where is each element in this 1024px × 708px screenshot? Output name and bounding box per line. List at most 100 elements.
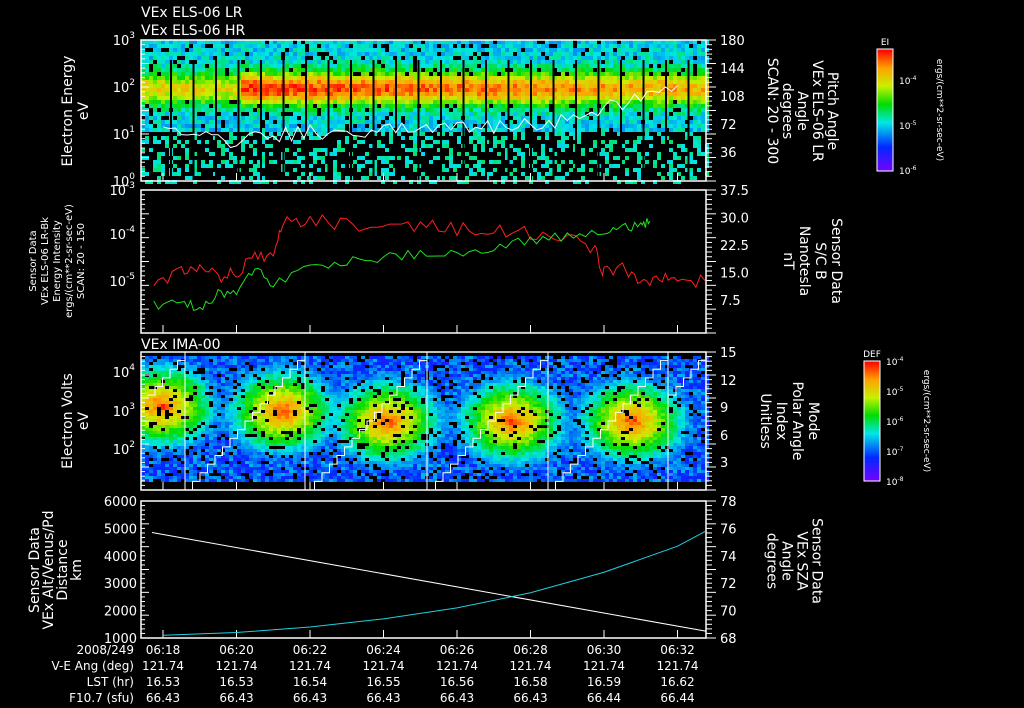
heatmap-cell bbox=[249, 473, 253, 476]
heatmap-cell bbox=[633, 84, 637, 88]
heatmap-cell bbox=[465, 104, 469, 108]
heatmap-cell bbox=[389, 84, 393, 88]
heatmap-cell bbox=[153, 48, 157, 52]
heatmap-cell bbox=[513, 56, 517, 60]
heatmap-cell bbox=[173, 84, 177, 88]
heatmap-cell bbox=[165, 356, 169, 359]
heatmap-cell bbox=[681, 56, 685, 60]
heatmap-cell bbox=[161, 359, 165, 362]
heatmap-cell bbox=[677, 80, 681, 84]
heatmap-cell bbox=[665, 52, 669, 56]
heatmap-cell bbox=[193, 365, 197, 368]
heatmap-cell bbox=[241, 176, 245, 180]
heatmap-cell bbox=[273, 116, 277, 120]
heatmap-cell bbox=[329, 68, 333, 72]
heatmap-cell bbox=[165, 470, 169, 473]
heatmap-cell bbox=[693, 144, 697, 148]
heatmap-cell bbox=[149, 128, 153, 132]
heatmap-cell bbox=[669, 148, 673, 152]
heatmap-cell bbox=[157, 84, 161, 88]
heatmap-cell bbox=[269, 422, 273, 425]
heatmap-cell bbox=[201, 68, 205, 72]
heatmap-cell bbox=[405, 88, 409, 92]
heatmap-cell bbox=[561, 76, 565, 80]
heatmap-cell bbox=[257, 395, 261, 398]
heatmap-cell bbox=[161, 365, 165, 368]
heatmap-cell bbox=[225, 458, 229, 461]
heatmap-cell bbox=[621, 48, 625, 52]
heatmap-cell bbox=[233, 96, 237, 100]
heatmap-cell bbox=[285, 88, 289, 92]
heatmap-cell bbox=[289, 72, 293, 76]
heatmap-cell bbox=[357, 124, 361, 128]
heatmap-cell bbox=[545, 116, 549, 120]
heatmap-cell bbox=[153, 464, 157, 467]
heatmap-cell bbox=[257, 446, 261, 449]
heatmap-cell bbox=[145, 88, 149, 92]
heatmap-cell bbox=[457, 80, 461, 84]
heatmap-cell bbox=[593, 92, 597, 96]
heatmap-cell bbox=[245, 392, 249, 395]
heatmap-cell bbox=[493, 112, 497, 116]
heatmap-cell bbox=[157, 92, 161, 96]
heatmap-cell bbox=[293, 64, 297, 68]
heatmap-cell bbox=[241, 380, 245, 383]
heatmap-cell bbox=[169, 389, 173, 392]
heatmap-cell bbox=[213, 392, 217, 395]
heatmap-cell bbox=[157, 455, 161, 458]
heatmap-cell bbox=[221, 371, 225, 374]
heatmap-cell bbox=[217, 56, 221, 60]
heatmap-cell bbox=[685, 48, 689, 52]
heatmap-cell bbox=[445, 92, 449, 96]
heatmap-cell bbox=[281, 368, 285, 371]
heatmap-cell bbox=[425, 92, 429, 96]
heatmap-cell bbox=[173, 416, 177, 419]
heatmap-cell bbox=[229, 140, 233, 144]
heatmap-cell bbox=[209, 383, 213, 386]
heatmap-cell bbox=[269, 389, 273, 392]
heatmap-cell bbox=[249, 455, 253, 458]
heatmap-cell bbox=[205, 359, 209, 362]
heatmap-cell bbox=[209, 398, 213, 401]
heatmap-cell bbox=[181, 374, 185, 377]
heatmap-cell bbox=[621, 52, 625, 56]
heatmap-cell bbox=[605, 160, 609, 164]
heatmap-cell bbox=[465, 60, 469, 64]
heatmap-cell bbox=[425, 84, 429, 88]
heatmap-cell bbox=[517, 48, 521, 52]
heatmap-cell bbox=[477, 140, 481, 144]
heatmap-cell bbox=[197, 68, 201, 72]
heatmap-cell bbox=[545, 96, 549, 100]
heatmap-cell bbox=[561, 140, 565, 144]
heatmap-cell bbox=[469, 68, 473, 72]
heatmap-cell bbox=[537, 104, 541, 108]
heatmap-cell bbox=[453, 72, 457, 76]
heatmap-cell bbox=[481, 108, 485, 112]
heatmap-cell bbox=[425, 60, 429, 64]
heatmap-cell bbox=[697, 104, 701, 108]
heatmap-cell bbox=[301, 76, 305, 80]
heatmap-cell bbox=[637, 80, 641, 84]
heatmap-cell bbox=[657, 128, 661, 132]
heatmap-cell bbox=[269, 116, 273, 120]
heatmap-cell bbox=[273, 359, 277, 362]
heatmap-cell bbox=[589, 68, 593, 72]
heatmap-cell bbox=[521, 112, 525, 116]
heatmap-cell bbox=[173, 164, 177, 168]
heatmap-cell bbox=[549, 172, 553, 176]
heatmap-cell bbox=[369, 116, 373, 120]
heatmap-cell bbox=[221, 464, 225, 467]
heatmap-cell bbox=[525, 48, 529, 52]
heatmap-cell bbox=[629, 92, 633, 96]
heatmap-cell bbox=[145, 120, 149, 124]
heatmap-cell bbox=[265, 88, 269, 92]
heatmap-cell bbox=[401, 76, 405, 80]
heatmap-cell bbox=[153, 96, 157, 100]
heatmap-cell bbox=[201, 425, 205, 428]
heatmap-cell bbox=[169, 476, 173, 479]
heatmap-cell bbox=[605, 68, 609, 72]
heatmap-cell bbox=[629, 124, 633, 128]
heatmap-cell bbox=[173, 156, 177, 160]
heatmap-cell bbox=[633, 80, 637, 84]
heatmap-cell bbox=[321, 176, 325, 180]
